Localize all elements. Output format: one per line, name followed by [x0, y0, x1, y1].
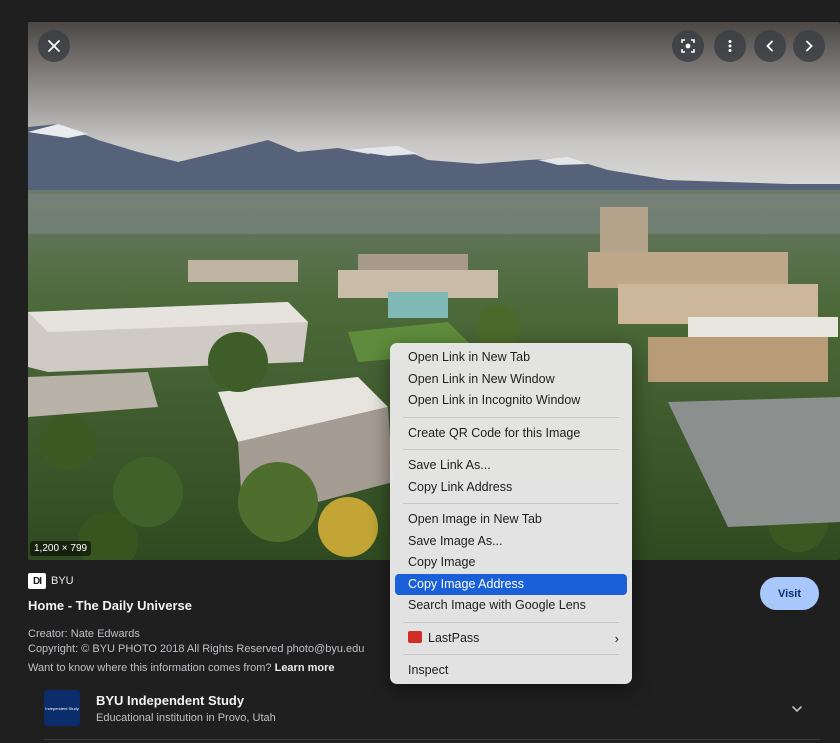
- close-icon: [48, 40, 60, 52]
- menu-separator: [403, 449, 619, 450]
- visit-button[interactable]: Visit: [760, 577, 819, 610]
- next-button[interactable]: [793, 30, 825, 62]
- menu-lastpass-label: LastPass: [428, 630, 480, 645]
- menu-save-link-as[interactable]: Save Link As...: [395, 455, 627, 477]
- menu-search-google-lens[interactable]: Search Image with Google Lens: [395, 595, 627, 617]
- knowledge-entity[interactable]: Independent Study BYU Independent Study …: [44, 690, 276, 726]
- menu-create-qr-code[interactable]: Create QR Code for this Image: [395, 423, 627, 445]
- menu-separator: [403, 503, 619, 504]
- lastpass-icon: [408, 631, 422, 644]
- menu-save-image-as[interactable]: Save Image As...: [395, 531, 627, 553]
- source-logo: DI: [28, 573, 46, 589]
- lens-search-button[interactable]: [672, 30, 704, 62]
- more-options-button[interactable]: [714, 30, 746, 62]
- chevron-right-icon: [806, 40, 813, 52]
- menu-separator: [403, 416, 619, 418]
- entity-subtitle: Educational institution in Provo, Utah: [96, 711, 276, 724]
- info-source-line: Want to know where this information come…: [28, 662, 335, 674]
- menu-separator: [403, 654, 619, 655]
- menu-open-link-incognito[interactable]: Open Link in Incognito Window: [395, 390, 627, 412]
- menu-copy-image[interactable]: Copy Image: [395, 552, 627, 574]
- menu-open-link-new-window[interactable]: Open Link in New Window: [395, 369, 627, 391]
- divider: [44, 739, 820, 740]
- page-title[interactable]: Home - The Daily Universe: [28, 598, 192, 613]
- more-vert-icon: [728, 40, 732, 52]
- menu-open-link-new-tab[interactable]: Open Link in New Tab: [395, 347, 627, 369]
- learn-more-link[interactable]: Learn more: [275, 662, 335, 674]
- copyright-text: Copyright: © BYU PHOTO 2018 All Rights R…: [28, 643, 365, 655]
- previous-button[interactable]: [754, 30, 786, 62]
- menu-open-image-new-tab[interactable]: Open Image in New Tab: [395, 509, 627, 531]
- submenu-arrow-icon: ›: [614, 630, 619, 646]
- lens-icon: [681, 39, 695, 53]
- chevron-left-icon: [766, 40, 773, 52]
- menu-copy-link-address[interactable]: Copy Link Address: [395, 477, 627, 499]
- creator-text: Creator: Nate Edwards: [28, 628, 140, 640]
- entity-thumbnail: Independent Study: [44, 690, 80, 726]
- context-menu[interactable]: Open Link in New Tab Open Link in New Wi…: [390, 343, 632, 684]
- image-dimensions-badge: 1,200 × 799: [30, 541, 92, 556]
- menu-copy-image-address[interactable]: Copy Image Address: [395, 573, 627, 595]
- menu-inspect[interactable]: Inspect: [395, 660, 627, 682]
- source-name: BYU: [51, 575, 74, 587]
- source-row[interactable]: DI BYU: [28, 573, 74, 589]
- entity-title: BYU Independent Study: [96, 692, 245, 708]
- info-question: Want to know where this information come…: [28, 662, 272, 674]
- menu-separator: [403, 621, 619, 623]
- menu-lastpass[interactable]: LastPass ›: [395, 628, 627, 650]
- close-button[interactable]: [38, 30, 70, 62]
- chevron-down-icon: [792, 706, 802, 713]
- expand-entity-button[interactable]: [790, 702, 804, 721]
